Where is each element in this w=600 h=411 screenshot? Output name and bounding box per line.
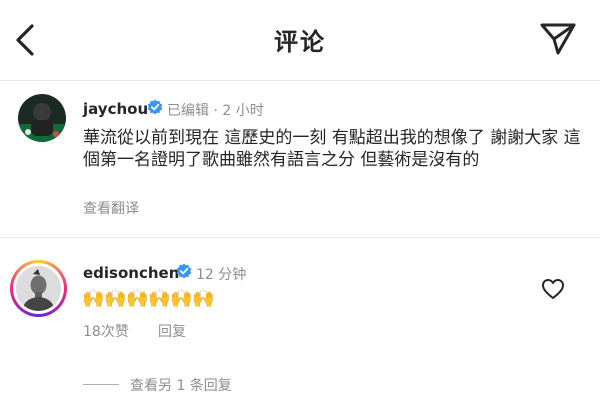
caption-username[interactable]: jaychou [83,100,148,118]
caption-text: 華流從以前到現在 這歷史的一刻 有點超出我的想像了 謝謝大家 這個第一名證明了歌… [83,128,581,170]
raising-hands-emoji: 🙌 [148,288,171,309]
comment-username[interactable]: edisonchen [83,264,179,282]
top-bar: 评论 [0,0,600,80]
raising-hands-emoji: 🙌 [104,288,127,309]
avatar-photo [16,266,61,311]
view-more-replies-link[interactable]: 查看另 1 条回复 [130,375,232,395]
page-title: 评论 [274,28,326,56]
avatar[interactable] [18,94,66,142]
edited-label: 已编辑 [167,103,209,119]
story-ring-avatar[interactable] [10,260,67,317]
person-icon [16,266,61,311]
comment-text: 🙌 🙌 🙌 🙌 🙌 🙌 [82,288,214,310]
raising-hands-emoji: 🙌 [82,288,105,309]
caption-time: 2 小时 [222,103,264,119]
like-count[interactable]: 18次赞 [83,321,129,341]
meta-separator: · [213,103,218,119]
post-caption: jaychou 已编辑 · 2 小时 華流從以前到現在 這歷史的一刻 有點超出我… [0,81,600,237]
caption-meta: 已编辑 · 2 小时 [167,100,264,120]
verified-badge-icon [176,263,192,279]
see-translation-link[interactable]: 查看翻译 [83,198,139,218]
raising-hands-emoji: 🙌 [170,288,193,309]
paper-plane-icon[interactable] [539,22,577,56]
raising-hands-emoji: 🙌 [126,288,149,309]
comment-item: edisonchen 12 分钟 🙌 🙌 🙌 🙌 🙌 🙌 18次赞 回复 查看另… [0,238,600,411]
heart-icon[interactable] [541,278,565,300]
verified-badge-icon [147,99,163,115]
comment-time: 12 分钟 [196,267,247,283]
raising-hands-emoji: 🙌 [192,288,215,309]
avatar-photo [18,94,66,142]
replies-divider-line [83,384,119,385]
reply-button[interactable]: 回复 [158,321,186,341]
